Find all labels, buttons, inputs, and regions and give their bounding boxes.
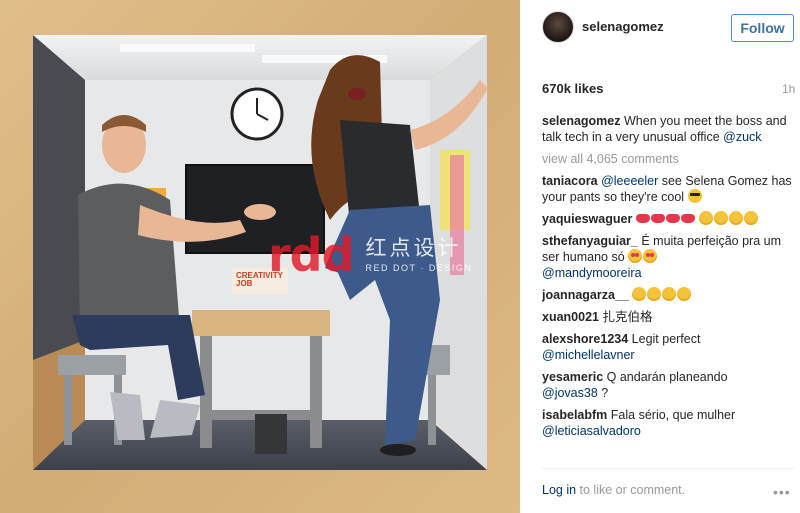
- comment-username[interactable]: yesameric: [542, 370, 603, 384]
- footer-divider: [542, 468, 794, 469]
- face-emoji-icon: [677, 287, 692, 301]
- likes-count[interactable]: 670k likes: [542, 81, 603, 96]
- comment-mention[interactable]: @mandymooreira: [542, 266, 642, 280]
- comments-list[interactable]: selenagomez When you meet the boss and t…: [542, 113, 794, 465]
- kiss-emoji-icon: [650, 214, 665, 223]
- face-emoji-icon: [647, 287, 662, 301]
- face-emoji-icon: [729, 211, 744, 225]
- heart-eyes-emoji-icon: [628, 249, 643, 263]
- post-time[interactable]: 1h: [782, 82, 795, 96]
- login-prompt: Log in to like or comment.: [542, 483, 685, 497]
- kiss-emoji-icon: [680, 214, 695, 223]
- face-emoji-icon: [744, 211, 759, 225]
- watermark: rdd 红点设计 RED DOT · DESIGN: [268, 232, 472, 278]
- comment-text-after: ?: [597, 386, 609, 400]
- watermark-cn: 红点设计: [365, 235, 462, 260]
- comment-username[interactable]: yaquieswaguer: [542, 212, 632, 226]
- watermark-text: 红点设计 RED DOT · DESIGN: [365, 235, 473, 274]
- comment-item: alexshore1234 Legit perfect @michellelav…: [542, 331, 794, 363]
- comment-item: taniacora @leeeeler see Selena Gomez has…: [542, 173, 794, 205]
- comment-username[interactable]: sthefanyaguiar_: [542, 234, 638, 248]
- comment-text: Legit perfect: [628, 332, 701, 346]
- login-link[interactable]: Log in: [542, 483, 576, 497]
- follow-button[interactable]: Follow: [731, 14, 794, 42]
- comment-item: isabelabfm Fala sério, que mulher @letic…: [542, 407, 794, 439]
- comment-item: xuan0021 扎克伯格: [542, 309, 794, 325]
- comment-mention[interactable]: @leticiasalvadoro: [542, 424, 641, 438]
- comment-username[interactable]: xuan0021: [542, 310, 599, 324]
- caption-mention[interactable]: @zuck: [723, 130, 761, 144]
- post-username[interactable]: selenagomez: [582, 19, 664, 34]
- comment-username[interactable]: taniacora: [542, 174, 598, 188]
- sunglasses-emoji-icon: [687, 189, 702, 203]
- watermark-en: RED DOT · DESIGN: [365, 263, 473, 274]
- comment-mention[interactable]: @jovas38: [542, 386, 598, 400]
- comment-item: yesameric Q andarán planeando @jovas38 ?: [542, 369, 794, 401]
- comment-item: sthefanyaguiar_ É muita perfeição pra um…: [542, 233, 794, 281]
- watermark-logo: rdd: [268, 228, 355, 282]
- post-sidebar: selenagomez Follow 670k likes 1h selenag…: [520, 0, 800, 513]
- comment-username[interactable]: joannagarza__: [542, 288, 629, 302]
- comment-item: yaquieswaguer: [542, 211, 794, 227]
- more-options-icon[interactable]: •••: [773, 484, 791, 500]
- post-header: selenagomez Follow: [520, 0, 800, 58]
- comment-text: Q andarán planeando: [603, 370, 728, 384]
- login-text: to like or comment.: [576, 483, 686, 497]
- view-all-comments-link[interactable]: view all 4,065 comments: [542, 151, 794, 167]
- comment-mention[interactable]: @leeeeler: [601, 174, 658, 188]
- comment-text: Fala sério, que mulher: [607, 408, 736, 422]
- comment-username[interactable]: isabelabfm: [542, 408, 607, 422]
- face-emoji-icon: [662, 287, 677, 301]
- kiss-emoji-icon: [665, 214, 680, 223]
- comment-mention[interactable]: @michellelavner: [542, 348, 635, 362]
- post-photo[interactable]: CREATIVITY JOB rdd 红点设计 RED DOT · DESIGN: [0, 0, 520, 513]
- caption: selenagomez When you meet the boss and t…: [542, 113, 794, 145]
- kiss-emoji-icon: [635, 214, 650, 223]
- face-emoji-icon: [632, 287, 647, 301]
- comment-username[interactable]: alexshore1234: [542, 332, 628, 346]
- caption-username[interactable]: selenagomez: [542, 114, 621, 128]
- comment-text: 扎克伯格: [598, 310, 653, 324]
- face-emoji-icon: [714, 211, 729, 225]
- comment-item: joannagarza__: [542, 287, 794, 303]
- avatar[interactable]: [542, 11, 574, 43]
- face-emoji-icon: [699, 211, 714, 225]
- heart-eyes-emoji-icon: [643, 249, 658, 263]
